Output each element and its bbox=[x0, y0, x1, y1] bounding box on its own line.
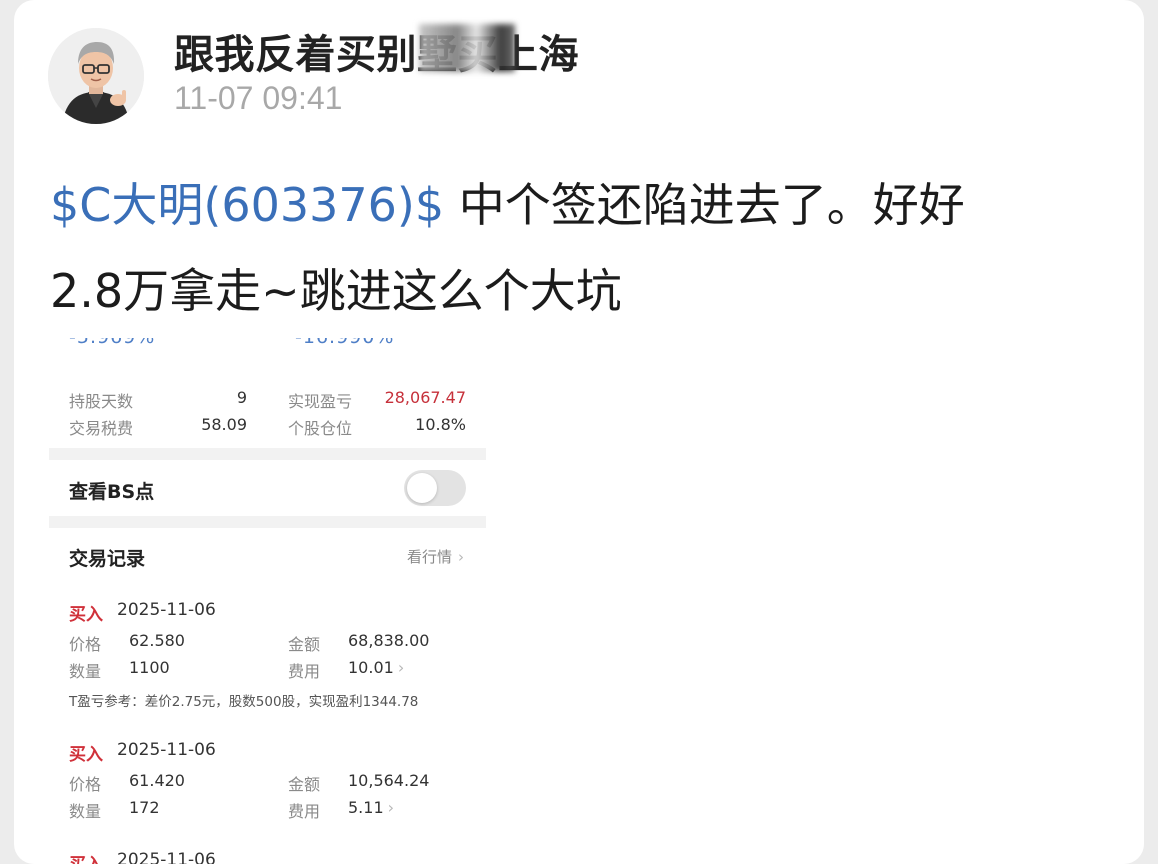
stock-tag-link[interactable]: $C大明(603376)$ bbox=[50, 178, 444, 232]
avatar-illustration-icon bbox=[48, 28, 144, 124]
trade-record[interactable]: 买入 2025-11-06 价格 61.420 金额 10,564.24 数量 … bbox=[49, 740, 486, 830]
price-value: 62.580 bbox=[129, 631, 185, 650]
bs-points-row: 查看BS点 bbox=[49, 460, 486, 516]
trade-type-buy: 买入 bbox=[69, 850, 103, 864]
bs-points-label: 查看BS点 bbox=[69, 481, 155, 503]
cropped-percent-row: -5.969% -16.990% bbox=[69, 338, 469, 352]
quantity-label: 数量 bbox=[69, 802, 102, 821]
embedded-screenshot[interactable]: -5.969% -16.990% 持股天数 9 实现盈亏 28,067.47 交… bbox=[49, 338, 486, 864]
post-body-line2: 2.8万拿走~跳进这么个大坑 bbox=[50, 264, 622, 318]
quantity-value: 172 bbox=[129, 798, 160, 817]
fee-label: 费用 bbox=[288, 802, 321, 821]
section-divider bbox=[49, 516, 486, 528]
quantity-value: 1100 bbox=[129, 658, 170, 677]
cropped-right-percent: -16.990% bbox=[295, 338, 394, 348]
trade-tax-label: 交易税费 bbox=[69, 419, 134, 438]
trade-type-buy: 买入 bbox=[69, 605, 103, 625]
trade-date: 2025-11-06 bbox=[117, 600, 216, 620]
price-value: 61.420 bbox=[129, 771, 185, 790]
amount-label: 金额 bbox=[288, 635, 321, 654]
t-profit-note: T盈亏参考：差价2.75元，股数500股，实现盈利1344.78 bbox=[69, 694, 419, 710]
trade-date: 2025-11-06 bbox=[117, 740, 216, 760]
chevron-right-icon: › bbox=[387, 798, 395, 817]
amount-value: 68,838.00 bbox=[348, 631, 430, 650]
position-ratio-label: 个股仓位 bbox=[288, 419, 353, 438]
author-name[interactable]: 跟我反着买别墅买上海 bbox=[174, 22, 579, 80]
post-card: 跟我反着买别墅买上海 11-07 09:41 $C大明(603376)$ 中个签… bbox=[14, 0, 1144, 864]
trade-records-title: 交易记录 bbox=[69, 548, 146, 570]
amount-label: 金额 bbox=[288, 775, 321, 794]
fee-amount: 5.11 bbox=[348, 798, 384, 817]
chevron-right-icon: › bbox=[397, 658, 405, 677]
cropped-left-percent: -5.969% bbox=[69, 338, 155, 348]
trade-record[interactable]: 买入 2025-11-06 bbox=[49, 850, 486, 864]
fee-value[interactable]: 10.01 › bbox=[348, 658, 404, 677]
view-quote-link[interactable]: 看行情 › bbox=[407, 546, 464, 567]
fee-value[interactable]: 5.11 › bbox=[348, 798, 394, 817]
section-divider bbox=[49, 448, 486, 460]
bs-points-toggle[interactable] bbox=[404, 470, 466, 506]
author-avatar[interactable] bbox=[48, 28, 144, 124]
toggle-knob bbox=[407, 473, 437, 503]
chevron-right-icon: › bbox=[458, 548, 464, 566]
price-label: 价格 bbox=[69, 635, 102, 654]
trade-type-buy: 买入 bbox=[69, 745, 103, 765]
quantity-label: 数量 bbox=[69, 662, 102, 681]
price-label: 价格 bbox=[69, 775, 102, 794]
realized-pnl-value: 28,067.47 bbox=[384, 388, 466, 407]
realized-pnl-label: 实现盈亏 bbox=[288, 392, 353, 411]
fee-label: 费用 bbox=[288, 662, 321, 681]
fee-amount: 10.01 bbox=[348, 658, 394, 677]
view-quote-label: 看行情 bbox=[406, 548, 452, 566]
holding-days-label: 持股天数 bbox=[69, 392, 134, 411]
post-body-line1: 中个签还陷进去了。好好 bbox=[444, 178, 965, 232]
trade-date: 2025-11-06 bbox=[117, 850, 216, 864]
position-ratio-value: 10.8% bbox=[415, 415, 466, 434]
holding-days-value: 9 bbox=[236, 388, 247, 407]
trade-tax-value: 58.09 bbox=[201, 415, 247, 434]
amount-value: 10,564.24 bbox=[348, 771, 430, 790]
post-timestamp: 11-07 09:41 bbox=[174, 80, 343, 116]
name-redaction-blur bbox=[419, 24, 515, 72]
post-body: $C大明(603376)$ 中个签还陷进去了。好好 2.8万拿走~跳进这么个大坑 bbox=[50, 162, 1120, 334]
trade-record[interactable]: 买入 2025-11-06 价格 62.580 金额 68,838.00 数量 … bbox=[49, 600, 486, 710]
